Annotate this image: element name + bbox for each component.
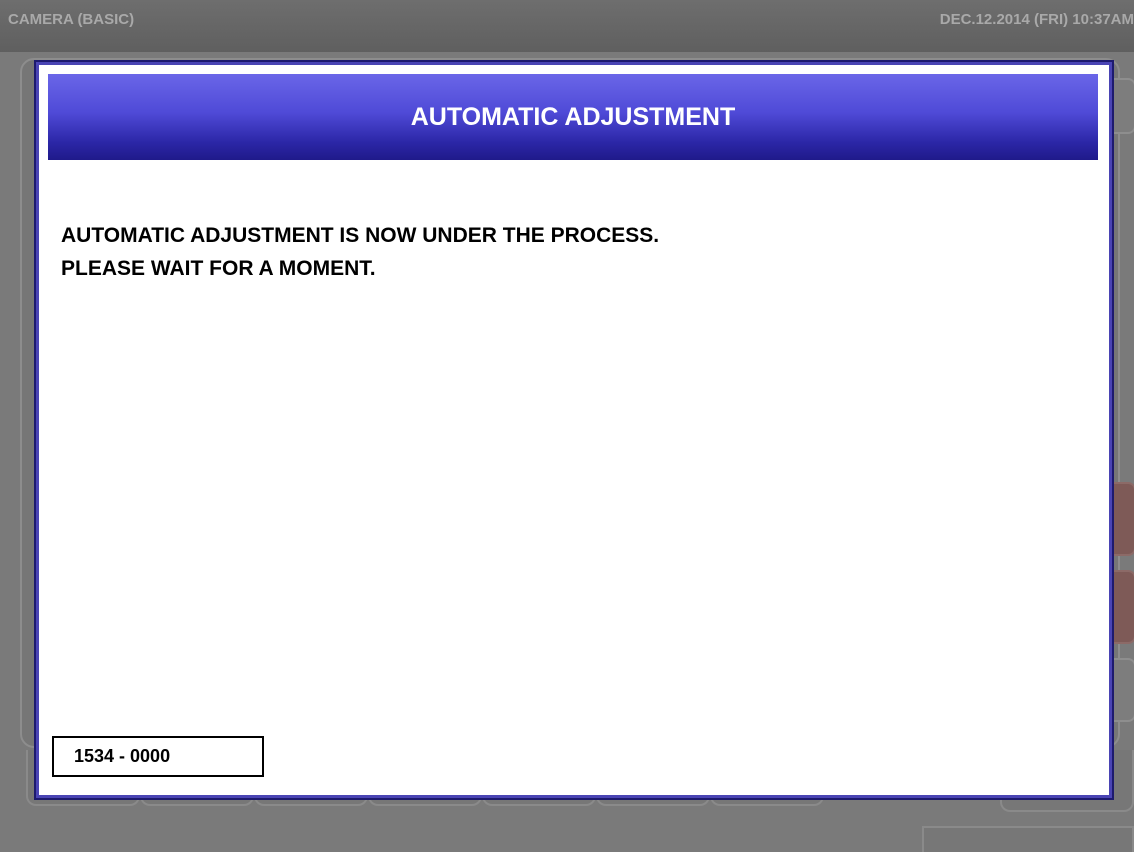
dialog-message-line: AUTOMATIC ADJUSTMENT IS NOW UNDER THE PR…: [61, 224, 660, 247]
dialog-message-line: PLEASE WAIT FOR A MOMENT.: [61, 257, 376, 280]
dialog-title: AUTOMATIC ADJUSTMENT: [410, 102, 736, 131]
screen-title: CAMERA (BASIC): [8, 11, 135, 28]
dialog-message: AUTOMATIC ADJUSTMENT IS NOW UNDER THE PR…: [61, 219, 659, 285]
background-bottom-box: [922, 826, 1134, 852]
dialog-title-bar: AUTOMATIC ADJUSTMENT: [48, 74, 1098, 160]
error-code: 1534 - 0000: [74, 746, 171, 766]
status-bar: CAMERA (BASIC) DEC.12.2014 (FRI) 10:37AM: [0, 0, 1134, 52]
automatic-adjustment-dialog: AUTOMATIC ADJUSTMENT AUTOMATIC ADJUSTMEN…: [36, 62, 1112, 798]
date-time: DEC.12.2014 (FRI) 10:37AM: [939, 11, 1134, 28]
error-code-box: 1534 - 0000: [52, 736, 264, 777]
